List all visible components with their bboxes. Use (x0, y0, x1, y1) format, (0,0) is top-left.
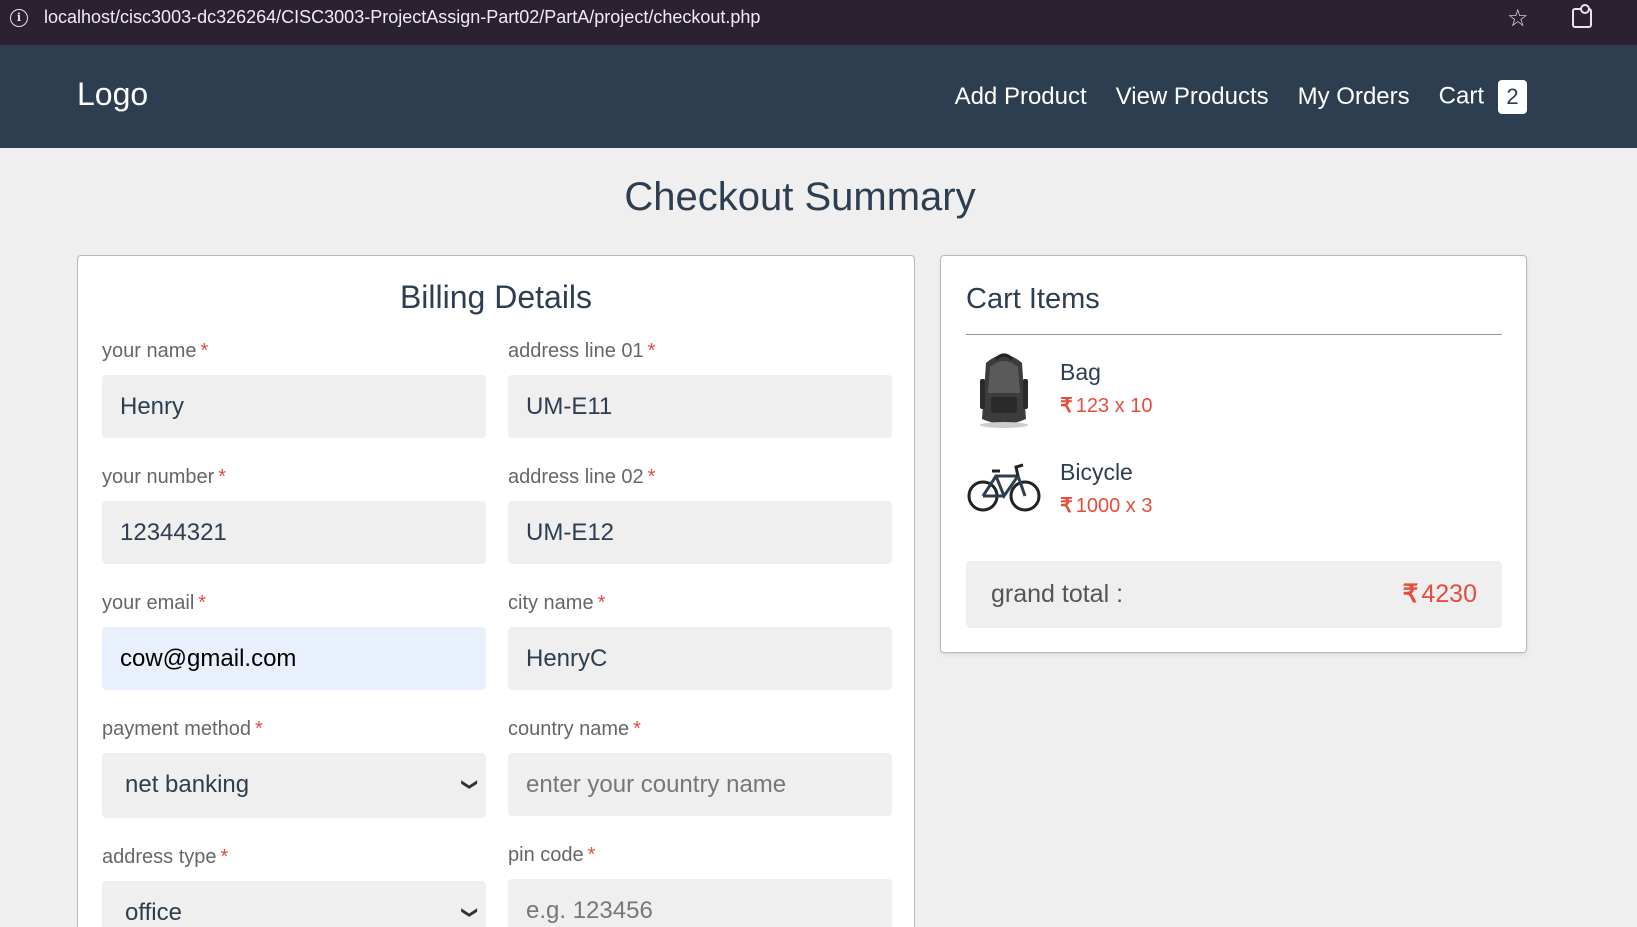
site-header: Logo Add Product View Products My Orders… (0, 46, 1637, 148)
number-input[interactable]: 12344321 (102, 501, 486, 564)
main-nav: Add Product View Products My Orders Cart… (926, 80, 1527, 114)
country-field-group: country name * enter your country name (508, 718, 892, 816)
grand-total-label: grand total : (991, 580, 1124, 608)
payment-field-group: payment method * net banking ❯ (102, 718, 486, 818)
grand-total-row: grand total : ₹4230 (966, 561, 1502, 628)
pin-input[interactable]: e.g. 123456 (508, 879, 892, 927)
name-input[interactable]: Henry (102, 375, 486, 438)
cart-item: Bicycle ₹1000 x 3 (966, 449, 1502, 529)
bookmark-star-icon[interactable]: ☆ (1507, 4, 1529, 32)
cart-item: Bag ₹123 x 10 (966, 349, 1502, 429)
bicycle-image (967, 463, 1041, 512)
nav-cart-label: Cart (1438, 82, 1484, 110)
address-type-field-group: address type * office ❯ (102, 846, 486, 927)
backpack-image (980, 353, 1028, 428)
extensions-icon[interactable] (1572, 4, 1592, 28)
rupee-icon: ₹ (1060, 495, 1073, 517)
cart-item-price: ₹123 x 10 (1060, 395, 1153, 417)
number-field-group: your number * 12344321 (102, 466, 486, 564)
logo[interactable]: Logo (77, 76, 148, 113)
city-input[interactable]: HenryC (508, 627, 892, 690)
cart-item-name: Bag (1060, 359, 1101, 385)
payment-method-value: net banking (125, 771, 250, 798)
nav-add-product[interactable]: Add Product (955, 83, 1087, 111)
email-field-group: your email * cow@gmail.com (102, 592, 486, 690)
url-field[interactable]: localhost/cisc3003-dc326264/CISC3003-Pro… (44, 7, 760, 28)
browser-address-bar: i localhost/cisc3003-dc326264/CISC3003-P… (0, 0, 1637, 46)
rupee-icon: ₹ (1402, 580, 1419, 608)
nav-view-products[interactable]: View Products (1116, 83, 1269, 111)
nav-my-orders[interactable]: My Orders (1298, 83, 1410, 111)
cart-title: Cart Items (966, 283, 1100, 315)
address-type-select[interactable]: office ❯ (102, 881, 486, 927)
pin-label: pin code * (508, 844, 596, 866)
billing-details-panel: Billing Details your name * Henry address… (77, 255, 915, 927)
address-type-value: office (125, 899, 182, 926)
chevron-down-icon: ❯ (460, 777, 478, 792)
email-label: your email * (102, 592, 207, 614)
address-line-1-input[interactable]: UM-E11 (508, 375, 892, 438)
address-line-2-group: address line 02 * UM-E12 (508, 466, 892, 564)
address-line-1-group: address line 01 * UM-E11 (508, 340, 892, 438)
address-line-2-input[interactable]: UM-E12 (508, 501, 892, 564)
chevron-down-icon: ❯ (460, 905, 478, 920)
cart-item-name: Bicycle (1060, 459, 1133, 485)
city-field-group: city name * HenryC (508, 592, 892, 690)
pin-field-group: pin code * e.g. 123456 (508, 844, 892, 927)
grand-total-value: ₹4230 (1402, 580, 1477, 608)
country-label: country name * (508, 718, 641, 740)
page-title: Checkout Summary (624, 175, 976, 219)
nav-cart[interactable]: Cart 2 (1439, 80, 1527, 114)
divider (966, 334, 1502, 335)
payment-label: payment method * (102, 718, 263, 740)
name-field-group: your name * Henry (102, 340, 486, 438)
city-label: city name * (508, 592, 606, 614)
address-type-label: address type * (102, 846, 229, 868)
payment-method-select[interactable]: net banking ❯ (102, 753, 486, 818)
rupee-icon: ₹ (1060, 395, 1073, 417)
address-line-2-label: address line 02 * (508, 466, 656, 488)
cart-items-panel: Cart Items Bag ₹123 x 10 Bicycle ₹1000 x… (940, 255, 1527, 653)
name-label: your name * (102, 340, 209, 362)
number-label: your number * (102, 466, 227, 488)
email-input[interactable]: cow@gmail.com (102, 627, 486, 690)
cart-count-badge: 2 (1498, 80, 1527, 114)
address-line-1-label: address line 01 * (508, 340, 656, 362)
cart-item-price: ₹1000 x 3 (1060, 495, 1153, 517)
country-input[interactable]: enter your country name (508, 753, 892, 816)
billing-title: Billing Details (399, 279, 593, 315)
site-info-icon[interactable]: i (10, 9, 28, 27)
